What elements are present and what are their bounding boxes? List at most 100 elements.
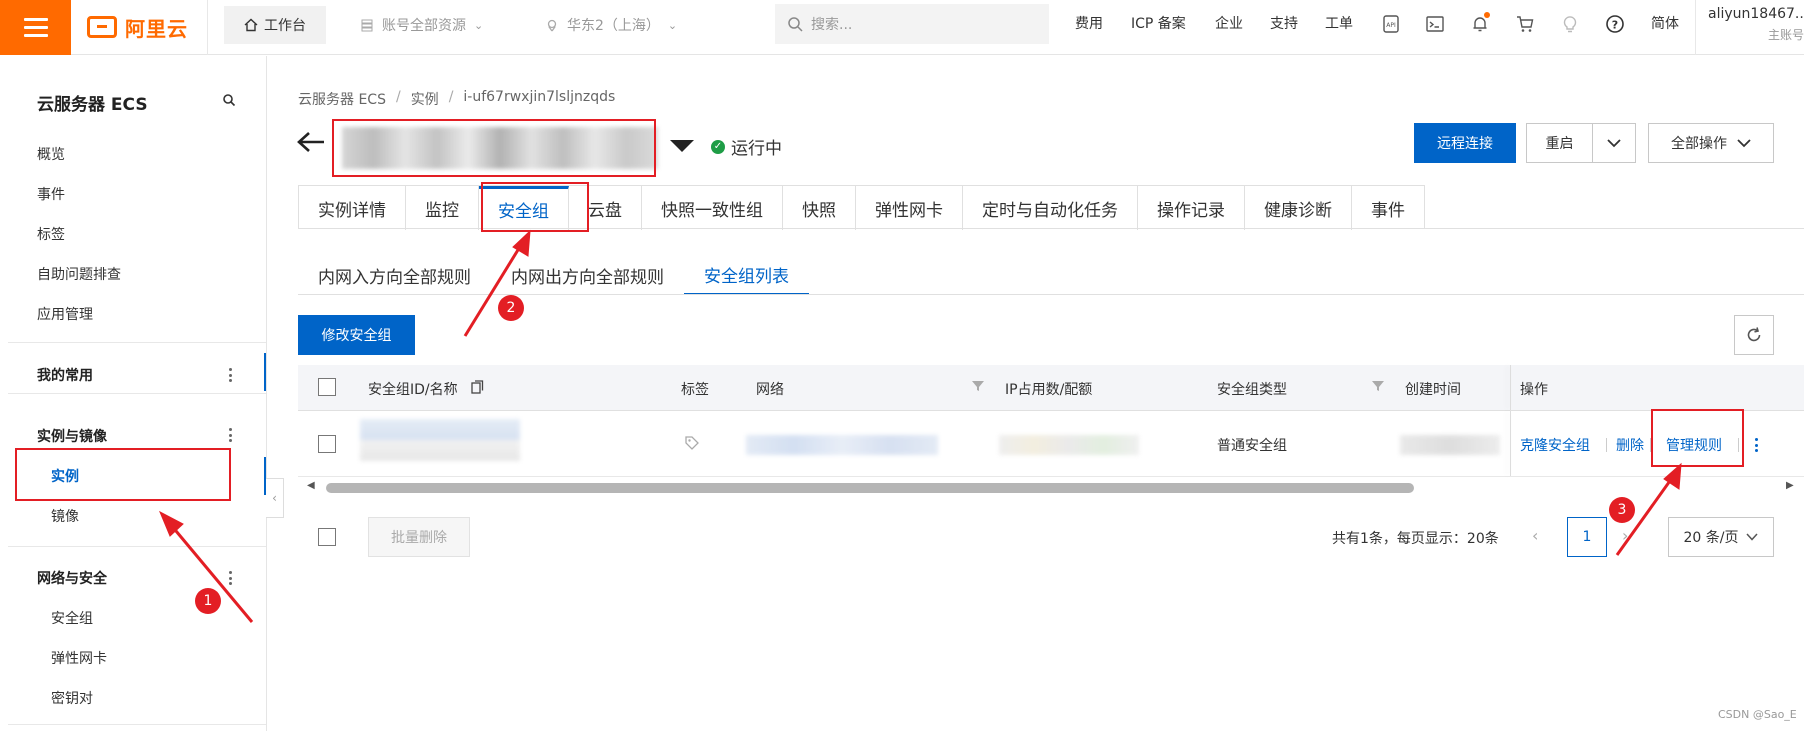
batch-delete-button[interactable]: 批量删除: [368, 517, 470, 557]
column-tag: 标签: [681, 382, 709, 398]
tab-snapshots[interactable]: 快照: [783, 186, 856, 230]
network-id-redacted: [746, 435, 938, 455]
divider: [1606, 438, 1607, 452]
annotation-box-security-tab: [481, 182, 589, 232]
workbench-button[interactable]: 工作台: [224, 6, 326, 44]
search-icon[interactable]: [222, 92, 236, 111]
aliyun-logo[interactable]: 阿里云: [87, 11, 188, 43]
sidebar-item-tags[interactable]: 标签: [37, 224, 65, 244]
filter-icon[interactable]: [972, 380, 984, 392]
chevron-left-icon[interactable]: ‹: [1532, 526, 1538, 545]
tab-operation-logs[interactable]: 操作记录: [1138, 186, 1245, 230]
page-number-button[interactable]: 1: [1567, 517, 1607, 557]
sidebar-title: 云服务器 ECS: [37, 95, 148, 115]
all-operations-button[interactable]: 全部操作: [1648, 123, 1774, 163]
footer-select-all-checkbox[interactable]: [318, 528, 336, 546]
tab-monitoring[interactable]: 监控: [406, 186, 479, 230]
help-icon[interactable]: ?: [1603, 12, 1627, 36]
breadcrumb-instances[interactable]: 实例: [411, 89, 439, 109]
lightbulb-icon[interactable]: [1558, 12, 1582, 36]
top-link-support[interactable]: 支持: [1270, 13, 1298, 33]
more-icon[interactable]: [229, 571, 233, 585]
sidebar-group-favorites[interactable]: 我的常用: [37, 365, 93, 385]
sidebar-item-overview[interactable]: 概览: [37, 144, 65, 164]
scroll-right-icon[interactable]: ▶: [1786, 480, 1794, 491]
divider: [8, 393, 266, 394]
sidebar-item-app-management[interactable]: 应用管理: [37, 304, 93, 324]
resource-select-label: 账号全部资源: [382, 18, 466, 34]
chevron-right-icon[interactable]: ›: [1622, 526, 1628, 545]
modify-security-group-button[interactable]: 修改安全组: [298, 315, 415, 355]
subtab-security-group-list[interactable]: 安全组列表: [684, 255, 809, 295]
copy-icon[interactable]: [471, 380, 484, 394]
scroll-left-icon[interactable]: ◀: [307, 480, 315, 491]
column-type: 安全组类型: [1217, 382, 1287, 398]
sidebar-collapse-button[interactable]: ‹: [266, 478, 284, 518]
sidebar-item-images[interactable]: 镜像: [51, 506, 79, 526]
annotation-badge-1: 1: [195, 588, 221, 614]
tag-icon[interactable]: [684, 435, 700, 451]
remote-connect-button[interactable]: 远程连接: [1414, 123, 1516, 163]
table-row: 普通安全组 克隆安全组 删除 管理规则: [298, 411, 1804, 477]
chevron-down-icon: [1607, 139, 1621, 148]
subtab-inbound-rules[interactable]: 内网入方向全部规则: [298, 255, 491, 295]
ecs-console: 阿里云 工作台 账号全部资源 ⌄ 华东2（上海） ⌄ 搜索... 费用 ICP …: [0, 0, 1804, 731]
top-link-fees[interactable]: 费用: [1075, 13, 1103, 33]
menu-icon[interactable]: [0, 0, 71, 55]
tab-scheduled-tasks[interactable]: 定时与自动化任务: [963, 186, 1138, 230]
caret-down-icon[interactable]: [670, 140, 694, 152]
region-select[interactable]: 华东2（上海） ⌄: [545, 6, 677, 44]
tab-eni[interactable]: 弹性网卡: [856, 186, 963, 230]
tab-snapshot-consistency-groups[interactable]: 快照一致性组: [642, 186, 783, 230]
select-all-checkbox[interactable]: [318, 378, 336, 396]
terminal-icon[interactable]: [1423, 12, 1447, 36]
top-link-ticket[interactable]: 工单: [1325, 13, 1353, 33]
api-icon[interactable]: API: [1379, 12, 1403, 36]
watermark: CSDN @Sao_E: [1718, 708, 1797, 721]
back-arrow-icon[interactable]: [296, 130, 326, 158]
breadcrumb-separator: /: [448, 89, 454, 105]
subtab-outbound-rules[interactable]: 内网出方向全部规则: [491, 255, 684, 295]
filter-icon[interactable]: [1372, 380, 1384, 392]
sidebar-item-keypairs[interactable]: 密钥对: [51, 688, 93, 708]
account-menu[interactable]: aliyun18467... 主账号: [1695, 0, 1804, 55]
restart-button[interactable]: 重启: [1526, 123, 1592, 163]
scrollbar-thumb[interactable]: [326, 483, 1414, 493]
sidebar-item-troubleshoot[interactable]: 自助问题排查: [37, 264, 121, 284]
refresh-button[interactable]: [1734, 315, 1774, 355]
bell-icon[interactable]: [1468, 12, 1492, 36]
sidebar-group-network[interactable]: 网络与安全: [37, 568, 107, 588]
horizontal-scrollbar[interactable]: ◀ ▶: [298, 479, 1804, 497]
instance-tabs: 实例详情 监控 安全组 云盘 快照一致性组 快照 弹性网卡 定时与自动化任务 操…: [298, 185, 1425, 230]
notification-dot: [1484, 12, 1490, 18]
row-checkbox[interactable]: [318, 435, 336, 453]
restart-dropdown-button[interactable]: [1592, 123, 1636, 163]
clone-security-group-link[interactable]: 克隆安全组: [1520, 435, 1590, 455]
top-link-enterprise[interactable]: 企业: [1215, 13, 1243, 33]
tab-health-diagnosis[interactable]: 健康诊断: [1245, 186, 1352, 230]
top-link-icp[interactable]: ICP 备案: [1131, 13, 1186, 33]
sidebar-item-eni[interactable]: 弹性网卡: [51, 648, 107, 668]
divider: [8, 546, 266, 547]
page-size-select[interactable]: 20 条/页: [1668, 517, 1774, 557]
sidebar-item-security-groups[interactable]: 安全组: [51, 608, 93, 628]
more-icon[interactable]: [229, 368, 233, 382]
global-search[interactable]: 搜索...: [775, 4, 1049, 44]
more-actions-icon[interactable]: [1755, 438, 1759, 452]
delete-link[interactable]: 删除: [1616, 435, 1644, 455]
divider: [207, 0, 208, 55]
more-icon[interactable]: [229, 428, 233, 442]
sidebar-group-instances[interactable]: 实例与镜像: [37, 426, 107, 446]
tab-events[interactable]: 事件: [1352, 186, 1424, 230]
check-circle-icon: ✓: [711, 139, 725, 154]
resource-select[interactable]: 账号全部资源 ⌄: [360, 6, 483, 44]
breadcrumb-ecs[interactable]: 云服务器 ECS: [298, 89, 386, 109]
tab-instance-details[interactable]: 实例详情: [299, 186, 406, 230]
language-switch[interactable]: 简体: [1651, 13, 1679, 33]
chevron-down-icon: ⌄: [667, 18, 678, 32]
cart-icon[interactable]: [1513, 12, 1537, 36]
sidebar-item-events[interactable]: 事件: [37, 184, 65, 204]
instance-status-label: 运行中: [731, 139, 782, 159]
location-icon: [547, 19, 557, 32]
logo-text: 阿里云: [125, 16, 188, 41]
